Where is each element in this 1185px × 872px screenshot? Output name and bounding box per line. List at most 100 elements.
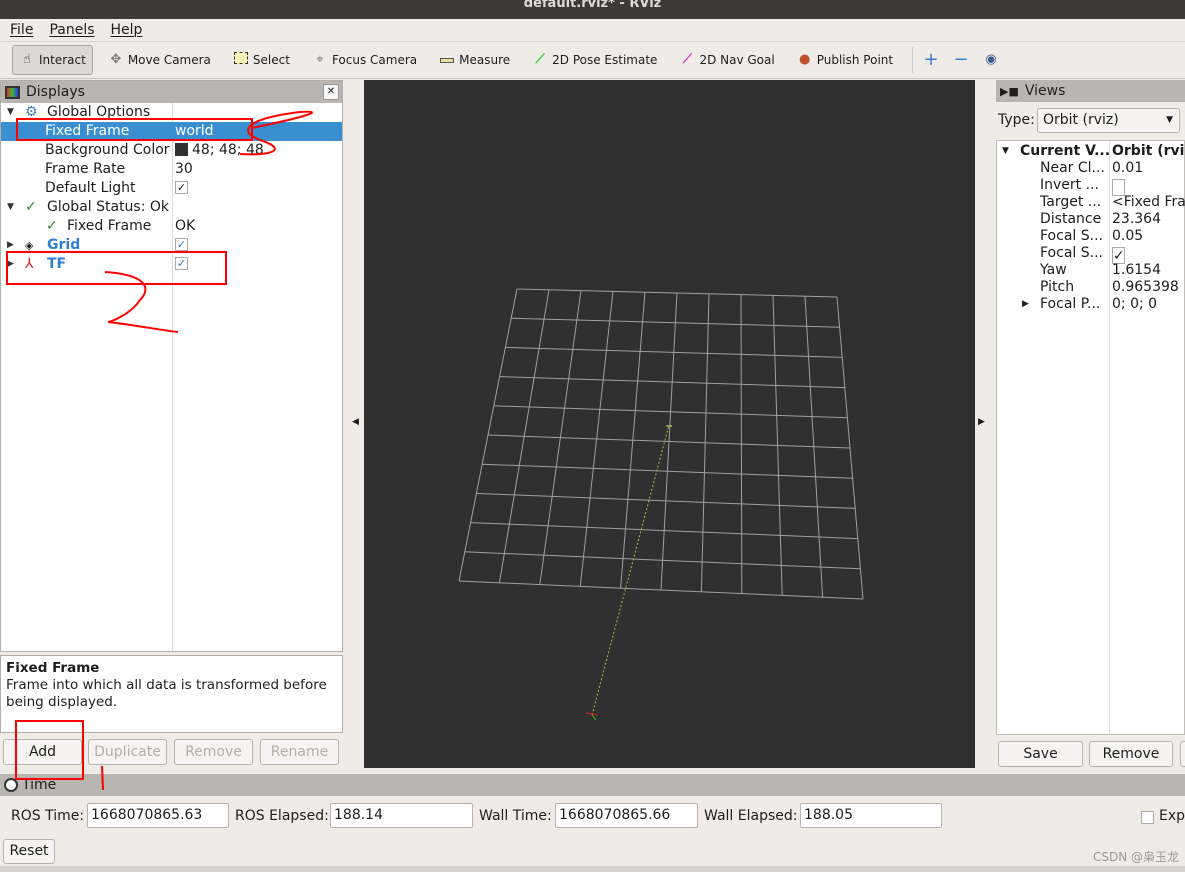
experimental-checkbox[interactable]	[1141, 811, 1154, 824]
view-type-value: Orbit (rviz)	[1043, 112, 1119, 128]
views-panel: ▶■ Views Type: Orbit (rviz) ▼ ▼ Current V.…	[996, 80, 1185, 767]
measure-tool[interactable]: Measure	[432, 45, 517, 75]
displays-title: Displays	[26, 84, 85, 100]
tool-label: Focus Camera	[331, 53, 418, 67]
expand-arrow-icon[interactable]: ▶	[7, 236, 14, 255]
grid-line	[740, 294, 743, 594]
column-divider	[1109, 141, 1110, 734]
reset-button[interactable]: Reset	[3, 839, 55, 864]
close-icon[interactable]: ✕	[323, 84, 339, 100]
view-property-label: Yaw	[1040, 262, 1067, 278]
grid-checkbox[interactable]: ✓	[175, 237, 188, 251]
check-icon: ✓	[25, 199, 37, 215]
view-type-dropdown[interactable]: Orbit (rviz) ▼	[1037, 108, 1180, 133]
wall-elapsed-label: Wall Elapsed:	[704, 808, 798, 824]
wall-time-field[interactable]: 1668070865.66	[555, 803, 698, 828]
remove-button[interactable]: Remove	[174, 739, 253, 765]
clock-icon	[4, 778, 18, 792]
publish-point-tool[interactable]: ● Publish Point	[790, 45, 900, 75]
default-light-checkbox[interactable]: ✓	[175, 180, 188, 194]
tree-item-frame-rate[interactable]: Frame Rate 30	[1, 160, 342, 179]
view-property-label: Focal P...	[1040, 296, 1101, 312]
description-title: Fixed Frame	[6, 660, 100, 676]
type-label: Type:	[998, 112, 1035, 128]
label: Background Color	[45, 142, 170, 158]
views-header: ▶■ Views	[996, 80, 1185, 102]
displays-tree: ▼ ⚙ Global Options Fixed Frame world Backgr…	[1, 103, 342, 651]
rename-view-button[interactable]	[1180, 741, 1185, 767]
toolbar-separator	[912, 47, 914, 73]
status-value: OK	[175, 218, 196, 234]
frame-rate-value[interactable]: 30	[175, 160, 193, 179]
view-property-label: Pitch	[1040, 279, 1075, 295]
tree-item-background-color[interactable]: Background Color 48; 48; 48	[1, 141, 342, 160]
camera-icon: ▶■	[1000, 84, 1019, 98]
2d-nav-goal-tool[interactable]: ⟋ 2D Nav Goal	[672, 45, 781, 75]
interact-tool[interactable]: ☝ Interact	[12, 45, 93, 75]
3d-viewport[interactable]	[364, 80, 975, 768]
tree-item-tf[interactable]: ▶ ⅄ TF ✓	[1, 255, 342, 274]
focus-camera-icon: ⌖	[316, 52, 324, 67]
tool-label: Interact	[39, 53, 86, 67]
collapse-right-icon[interactable]: ▶	[978, 417, 985, 427]
time-panel-header: Time	[0, 774, 1185, 796]
tree-item-global-status[interactable]: ▼ ✓ Global Status: Ok	[1, 198, 342, 217]
menu-help[interactable]: Help	[111, 22, 143, 38]
view-property-value[interactable]: 23.364	[1112, 211, 1161, 228]
current-view-label[interactable]: Current V...	[1020, 143, 1110, 160]
expand-arrow-icon[interactable]: ▼	[1002, 143, 1009, 160]
label: Fixed Frame	[67, 218, 152, 234]
menu-panels[interactable]: Panels	[49, 22, 94, 38]
time-title: Time	[22, 777, 57, 793]
views-title: Views	[1024, 83, 1066, 99]
rename-button[interactable]: Rename	[260, 739, 339, 765]
wall-elapsed-field[interactable]: 188.05	[800, 803, 942, 828]
expand-arrow-icon[interactable]: ▼	[7, 198, 14, 217]
tree-item-status-fixed-frame[interactable]: ✓ Fixed Frame OK	[1, 217, 342, 236]
tree-item-default-light[interactable]: Default Light ✓	[1, 179, 342, 198]
save-view-button[interactable]: Save	[998, 741, 1083, 767]
minus-icon[interactable]: −	[953, 51, 969, 69]
ros-elapsed-field[interactable]: 188.14	[330, 803, 473, 828]
expand-arrow-icon[interactable]: ▼	[7, 103, 14, 122]
add-button[interactable]: Add	[3, 739, 82, 765]
tree-item-fixed-frame[interactable]: Fixed Frame world	[1, 122, 342, 141]
view-property-label: Invert ...	[1040, 177, 1099, 193]
view-property-value[interactable]: 1.6154	[1112, 262, 1161, 279]
2d-pose-estimate-tool[interactable]: ⟋ 2D Pose Estimate	[525, 45, 664, 75]
watermark: CSDN @枭玉龙	[1092, 850, 1179, 864]
focus-camera-tool[interactable]: ⌖ Focus Camera	[305, 45, 424, 75]
view-property-label: Focal S...	[1040, 245, 1103, 261]
grid-icon: ◈	[25, 239, 34, 252]
eye-icon[interactable]: ◉	[983, 52, 999, 68]
menu-file[interactable]: File	[10, 22, 33, 38]
experimental-label: Exp	[1159, 808, 1185, 824]
tf-checkbox[interactable]: ✓	[175, 256, 188, 270]
view-property-label: Focal S...	[1040, 228, 1103, 244]
magenta-arrow-icon: ⟋	[682, 52, 692, 67]
duplicate-button[interactable]: Duplicate	[88, 739, 167, 765]
expand-arrow-icon[interactable]: ▶	[7, 255, 14, 274]
fixed-frame-value[interactable]: world	[175, 122, 214, 141]
move-camera-icon: ✥	[110, 52, 122, 67]
chevron-down-icon: ▼	[1166, 115, 1173, 125]
monitor-icon	[5, 85, 20, 99]
move-camera-tool[interactable]: ✥ Move Camera	[101, 45, 218, 75]
select-tool[interactable]: Select	[226, 45, 297, 75]
background-color-value[interactable]: 48; 48; 48	[175, 141, 264, 160]
tree-item-global-options[interactable]: ▼ ⚙ Global Options	[1, 103, 342, 122]
expand-arrow-icon[interactable]: ▶	[1022, 296, 1029, 313]
tree-item-grid[interactable]: ▶ ◈ Grid ✓	[1, 236, 342, 255]
current-view-value: Orbit (rviz)	[1112, 143, 1185, 159]
view-property-value[interactable]: 0.01	[1112, 160, 1143, 177]
plus-icon[interactable]: +	[923, 51, 939, 69]
ros-time-field[interactable]: 1668070865.63	[87, 803, 229, 828]
view-property-value[interactable]: 0.05	[1112, 228, 1143, 245]
view-property-value[interactable]: 0.965398	[1112, 279, 1179, 296]
view-property-value[interactable]: 0; 0; 0	[1112, 296, 1157, 313]
view-property-value[interactable]: <Fixed Frame>	[1112, 194, 1185, 211]
collapse-left-icon[interactable]: ◀	[352, 417, 359, 427]
ros-elapsed-label: ROS Elapsed:	[235, 808, 329, 824]
label: Default Light	[45, 180, 136, 196]
remove-view-button[interactable]: Remove	[1089, 741, 1173, 767]
